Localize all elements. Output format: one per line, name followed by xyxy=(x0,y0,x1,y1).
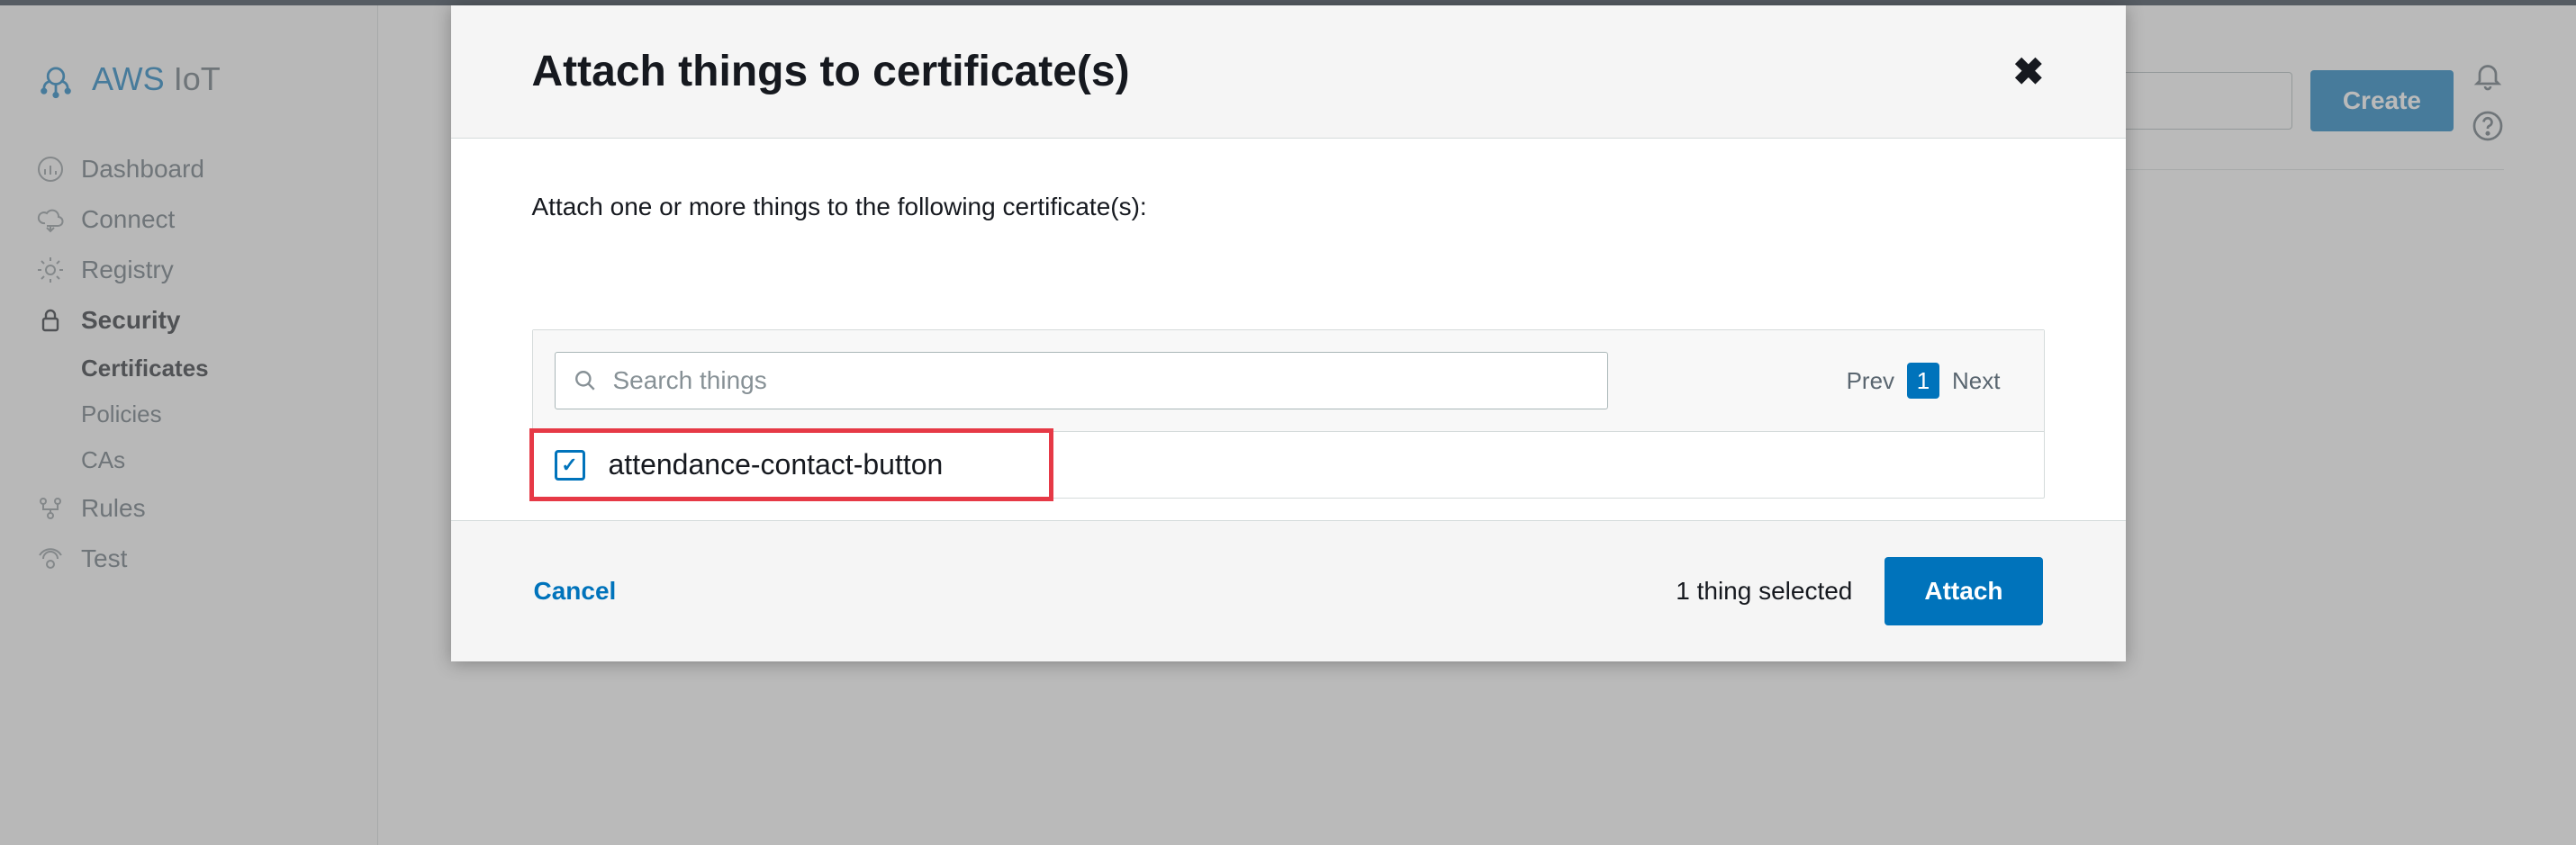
selected-count-text: 1 thing selected xyxy=(1676,577,1852,606)
modal-instruction: Attach one or more things to the followi… xyxy=(532,193,2045,221)
thing-name: attendance-contact-button xyxy=(609,448,944,481)
attach-things-modal: Attach things to certificate(s) ✖ Attach… xyxy=(451,5,2126,661)
pager-prev[interactable]: Prev xyxy=(1847,367,1894,395)
modal-body: Attach one or more things to the followi… xyxy=(451,139,2126,520)
close-icon[interactable]: ✖ xyxy=(2012,53,2044,91)
modal-header: Attach things to certificate(s) ✖ xyxy=(451,5,2126,139)
things-panel-header: Prev 1 Next xyxy=(533,330,2044,432)
things-search-field[interactable] xyxy=(555,352,1608,409)
thing-checkbox[interactable] xyxy=(555,450,585,481)
cancel-button[interactable]: Cancel xyxy=(534,577,617,606)
pager-page-number[interactable]: 1 xyxy=(1907,363,1939,399)
pager-next[interactable]: Next xyxy=(1952,367,2000,395)
pager: Prev 1 Next xyxy=(1847,363,2022,399)
search-icon xyxy=(574,369,597,392)
attach-button[interactable]: Attach xyxy=(1885,557,2042,625)
footer-right: 1 thing selected Attach xyxy=(1676,557,2042,625)
modal-title: Attach things to certificate(s) xyxy=(532,47,1130,96)
things-search-input[interactable] xyxy=(613,366,1589,395)
modal-footer: Cancel 1 thing selected Attach xyxy=(451,520,2126,661)
thing-row[interactable]: attendance-contact-button xyxy=(533,432,2044,498)
things-panel: Prev 1 Next attendance-contact-button xyxy=(532,329,2045,499)
